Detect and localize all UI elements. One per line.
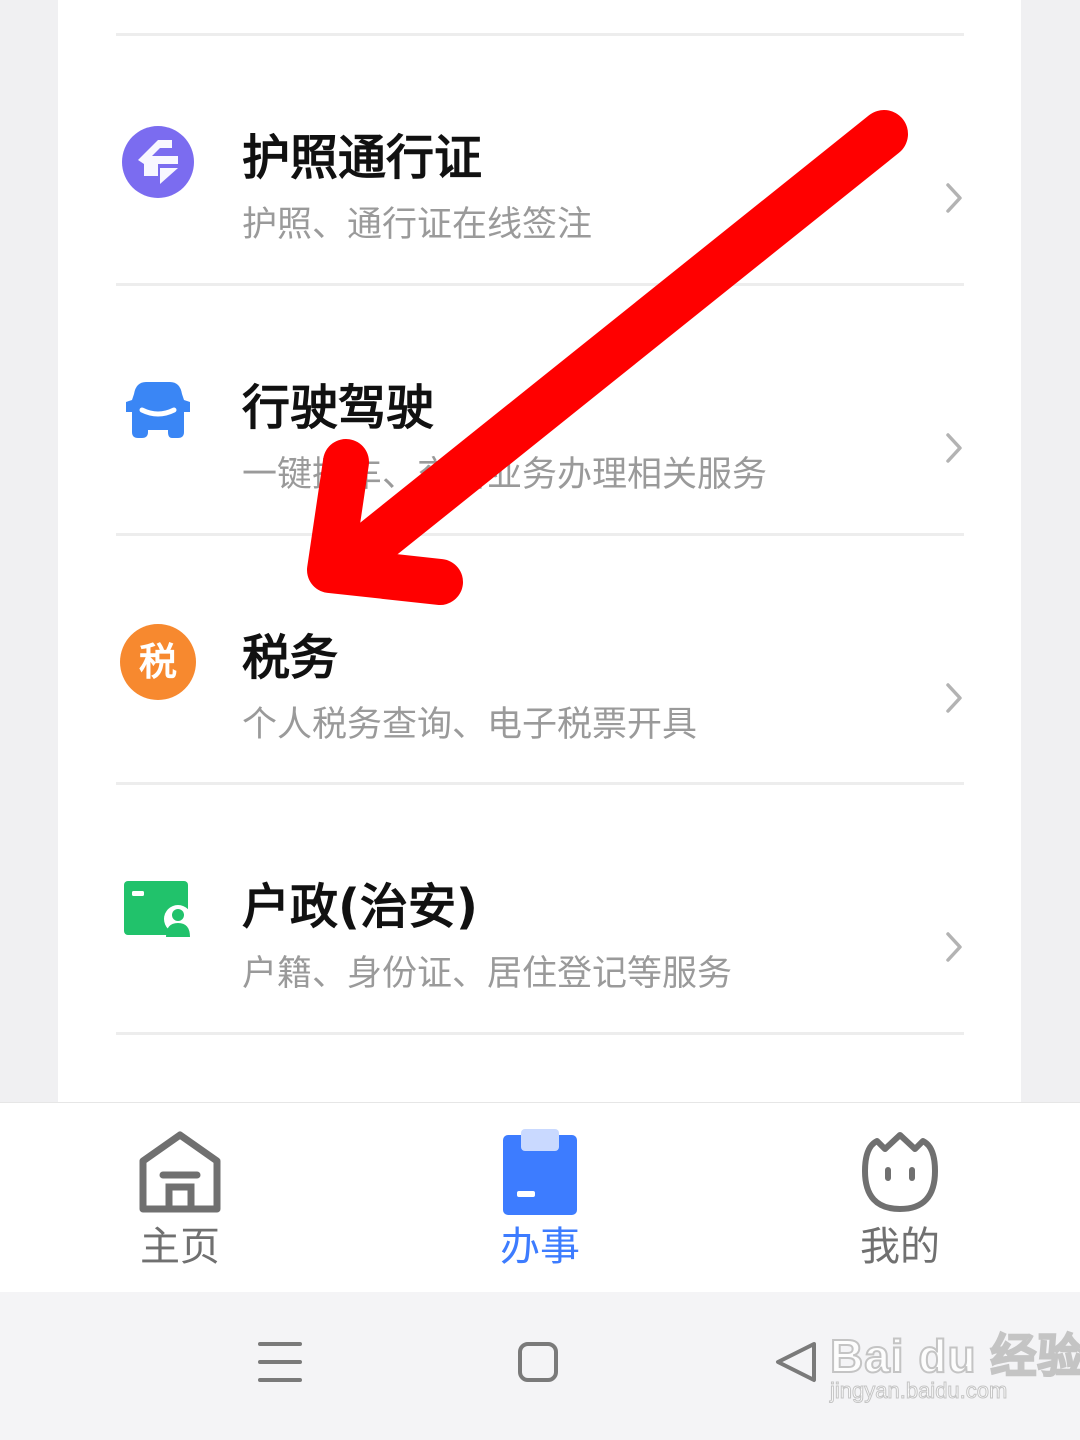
service-item-household[interactable]: 户政(治安) 户籍、身份证、居住登记等服务 xyxy=(58,785,1021,1031)
home-square-icon[interactable] xyxy=(498,1322,578,1402)
tab-label: 办事 xyxy=(500,1224,580,1270)
tab-services[interactable]: 办事 xyxy=(440,1103,640,1293)
menu-icon[interactable] xyxy=(240,1322,320,1402)
chevron-right-icon xyxy=(946,932,962,962)
service-item-passport[interactable]: 护照通行证 护照、通行证在线签注 xyxy=(58,36,1021,282)
tab-home[interactable]: 主页 xyxy=(80,1103,280,1293)
clipboard-icon xyxy=(503,1129,577,1215)
profile-icon xyxy=(862,1132,938,1212)
service-subtitle: 个人税务查询、电子税票开具 xyxy=(242,705,698,745)
service-item-tax[interactable]: 税 税务 个人税务查询、电子税票开具 xyxy=(58,536,1021,782)
home-icon xyxy=(139,1131,221,1213)
service-title: 行驶驾驶 xyxy=(242,380,435,436)
chevron-right-icon xyxy=(946,683,962,713)
baidu-watermark: Bai du 经验 jingyan.baidu.com xyxy=(820,1320,1080,1420)
service-title: 护照通行证 xyxy=(242,130,483,186)
service-title: 税务 xyxy=(242,630,339,686)
divider xyxy=(116,1032,964,1035)
service-subtitle: 户籍、身份证、居住登记等服务 xyxy=(242,954,733,994)
tab-label: 主页 xyxy=(140,1224,220,1270)
service-subtitle: 护照、通行证在线签注 xyxy=(242,205,593,245)
watermark-url: jingyan.baidu.com xyxy=(829,1378,1008,1404)
tab-profile[interactable]: 我的 xyxy=(800,1103,1000,1293)
chevron-right-icon xyxy=(946,183,962,213)
tax-icon: 税 xyxy=(120,624,196,700)
service-item-driving[interactable]: 行驶驾驶 一键挪车、交管业务办理相关服务 xyxy=(58,286,1021,532)
car-icon xyxy=(126,382,190,438)
bottom-tab-bar: 主页 办事 我的 xyxy=(0,1102,1080,1292)
watermark-brand: Bai du 经验 xyxy=(829,1329,1080,1383)
household-id-icon xyxy=(124,881,192,937)
passport-icon xyxy=(122,126,194,198)
chevron-right-icon xyxy=(946,433,962,463)
service-subtitle: 一键挪车、交管业务办理相关服务 xyxy=(242,455,768,495)
service-title: 户政(治安) xyxy=(242,879,478,935)
tab-label: 我的 xyxy=(860,1224,940,1270)
